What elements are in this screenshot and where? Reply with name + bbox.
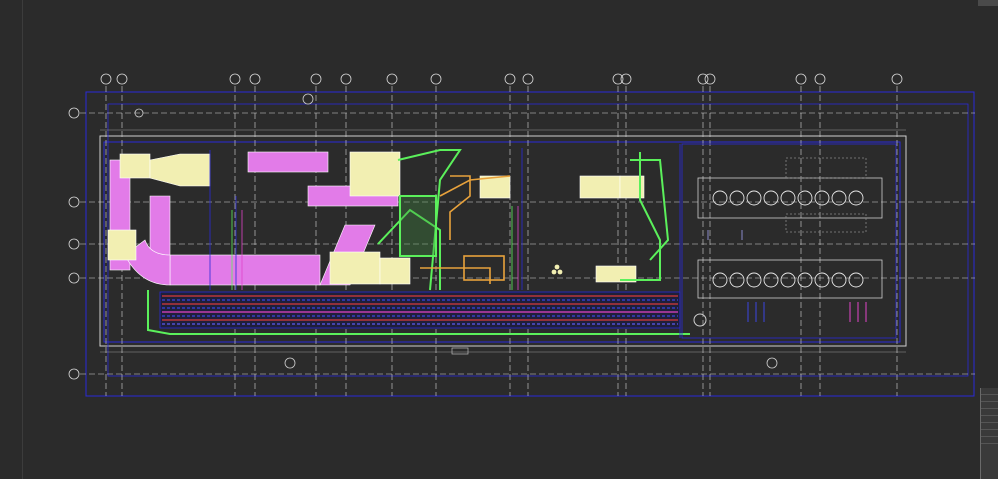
properties-panel[interactable] [980,388,998,479]
grid-bubble [612,73,624,85]
horizontal-grid-bubbles [68,107,80,380]
grid-bubble [340,73,352,85]
equipment-unit [746,272,762,288]
vertical-grid-bubbles [100,73,903,85]
grid-bubble [68,238,80,250]
outer-wall [107,103,969,377]
equipment-unit [763,272,779,288]
equipment-unit [780,190,796,206]
grid-bubble [795,73,807,85]
equipment-units-row-2[interactable] [712,272,864,288]
floor-plan-drawing[interactable] [0,0,998,479]
equipment-unit [848,272,864,288]
grid-bubble [386,73,398,85]
equipment-room [681,143,897,339]
equipment-unit [729,272,745,288]
grid-bubble [229,73,241,85]
equipment-unit [712,272,728,288]
grid-bubble [891,73,903,85]
equipment-unit [848,190,864,206]
equipment-unit [780,272,796,288]
equipment-unit [797,272,813,288]
fan-symbol [551,264,563,275]
equipment-units-row-1[interactable] [712,190,864,206]
equipment-unit [746,190,762,206]
grid-bubble [430,73,442,85]
grid-bubble [68,368,80,380]
grid-bubble [704,73,716,85]
equipment-unit [814,272,830,288]
grid-bubble [68,107,80,119]
grid-bubble [68,196,80,208]
equipment-unit [831,272,847,288]
grid-bubble [310,73,322,85]
grid-bubble [814,73,826,85]
vertical-gridlines [105,86,898,396]
grid-bubble [68,272,80,284]
grid-bubble [504,73,516,85]
grid-bubble [116,73,128,85]
equipment-unit [712,190,728,206]
drawing-viewport[interactable] [0,0,998,479]
pipe-bundle [159,291,681,329]
equipment-unit [814,190,830,206]
grid-bubble [249,73,261,85]
grid-bubble [620,73,632,85]
grid-bubble [522,73,534,85]
grid-bubble [100,73,112,85]
equipment-unit [729,190,745,206]
label-box [451,347,469,355]
equipment-unit [831,190,847,206]
equipment-unit [763,190,779,206]
equipment-unit [797,190,813,206]
